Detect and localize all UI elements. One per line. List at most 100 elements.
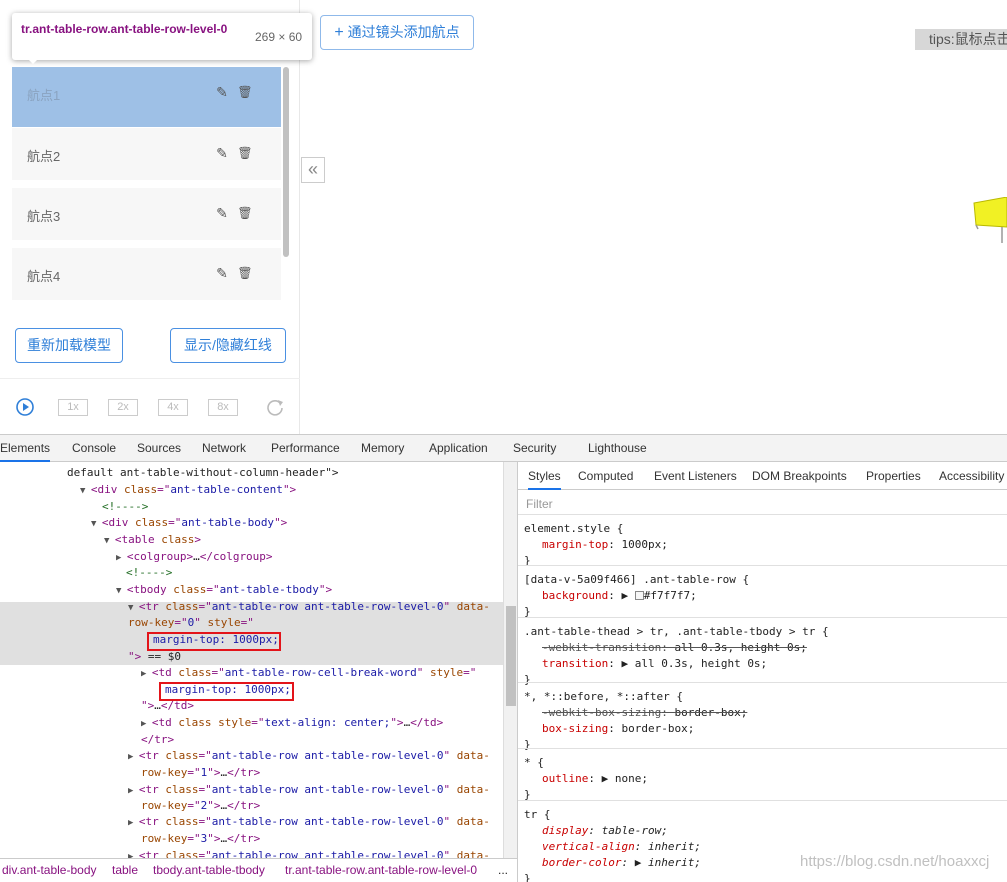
add-waypoint-button[interactable]: + 通过镜头添加航点 [320,15,474,50]
css-declaration[interactable]: -webkit-transition: all 0.3s, height 0s; [542,640,807,656]
waypoint-label: 航点3 [27,209,61,224]
styles-tab-properties[interactable]: Properties [866,462,921,490]
styles-tab-styles[interactable]: Styles [528,462,561,490]
css-declaration[interactable]: box-sizing: border-box; [542,721,694,737]
dom-token-av: text-align: center; [264,716,391,729]
dom-line[interactable]: row-key="3">…</tr> [141,831,260,847]
styles-tab-computed[interactable]: Computed [578,462,633,490]
breadcrumb-item[interactable]: table [112,859,138,881]
reload-model-button[interactable]: 重新加载模型 [15,328,123,363]
css-declaration[interactable]: transition: ▶ all 0.3s, height 0s; [542,656,767,672]
devtools-tab-application[interactable]: Application [429,435,488,462]
dom-line[interactable]: <!----> [102,499,148,515]
dom-line[interactable]: "> == $0 [128,649,181,665]
dom-line[interactable]: ▶ <tr class="ant-table-row ant-table-row… [128,782,490,798]
dom-line[interactable]: default ant-table-without-column-header"… [67,465,339,481]
css-declaration[interactable]: display: table-row; [542,823,668,839]
devtools-tab-console[interactable]: Console [72,435,116,462]
css-declaration[interactable]: vertical-align: inherit; [542,839,701,855]
waypoint-row[interactable]: 航点3 ✎ 🗑 [12,188,281,240]
app-viewport: 航点1 ✎ 🗑 航点2 ✎ 🗑 航点3 ✎ 🗑 航点4 ✎ 🗑 重新加载模型 显示/隐藏红线 1x 2… [0,0,1007,434]
css-declaration[interactable]: background: ▶ #f7f7f7; [542,588,697,604]
dom-line[interactable]: ▼ <tr class="ant-table-row ant-table-row… [128,599,490,615]
css-property-name: border-color [542,856,622,869]
waypoint-row[interactable]: 航点1 ✎ 🗑 [12,67,281,127]
dom-line[interactable]: ▼ <table class> [104,532,201,548]
dom-line[interactable]: ▶ <colgroup>…</colgroup> [116,549,273,565]
css-declaration[interactable]: border-color: ▶ inherit; [542,855,701,871]
edit-icon[interactable]: ✎ [214,84,230,100]
waypoint-row[interactable]: 航点4 ✎ 🗑 [12,248,281,300]
dom-token-tg: =" [198,749,212,762]
elements-scrollbar-thumb[interactable] [506,606,516,706]
toggle-redline-button[interactable]: 显示/隐藏红线 [170,328,286,363]
dom-token-at: row-key [128,616,175,629]
dom-token-at: row-key [141,799,188,812]
edit-icon[interactable]: ✎ [214,205,230,221]
reset-icon[interactable] [265,397,285,417]
dom-line[interactable]: ▶ <tr class="ant-table-row ant-table-row… [128,814,490,830]
dom-line[interactable]: ▶ <tr class="ant-table-row ant-table-row… [128,848,490,858]
dom-token-tg: =" [157,483,171,496]
dom-token-tg: <tr [138,849,166,858]
edit-icon[interactable]: ✎ [214,145,230,161]
devtools-tab-lighthouse[interactable]: Lighthouse [588,435,647,462]
dom-line[interactable]: </tr> [141,732,174,748]
styles-tab-dom-breakpoints[interactable]: DOM Breakpoints [752,462,847,490]
dom-token-tx: == $0 [141,650,181,663]
dom-token-at: class [178,716,212,729]
dom-token-at: class [165,749,199,762]
trash-icon[interactable]: 🗑 [237,265,253,281]
dom-line[interactable]: row-key="2">…</tr> [141,798,260,814]
margin-top-highlight-box [147,632,281,651]
breadcrumb-item[interactable]: div.ant-table-body [2,859,97,881]
dom-token-av: ant-table-row ant-table-row-level-0 [211,600,444,613]
devtools-tab-sources[interactable]: Sources [137,435,181,462]
breadcrumb-item[interactable]: ... [498,859,508,881]
dom-line[interactable]: <!----> [126,565,172,581]
css-declaration[interactable]: margin-top: 1000px; [542,537,668,553]
css-property-name: vertical-align [542,840,635,853]
trash-icon[interactable]: 🗑 [237,145,253,161]
dom-token-at: class [165,815,199,828]
elements-scrollbar[interactable] [503,462,517,858]
devtools-tab-performance[interactable]: Performance [271,435,340,462]
breadcrumb-item[interactable]: tr.ant-table-row.ant-table-row-level-0 [285,859,477,881]
dom-line[interactable]: ▶ <tr class="ant-table-row ant-table-row… [128,748,490,764]
devtools-tab-memory[interactable]: Memory [361,435,404,462]
speed-1x-button[interactable]: 1x [58,399,88,416]
devtools-tab-security[interactable]: Security [513,435,556,462]
dom-line[interactable]: row-key="0" style=" [128,615,254,631]
dom-line[interactable]: ▶ <td class style="text-align: center;">… [141,715,443,731]
speed-4x-button[interactable]: 4x [158,399,188,416]
dom-line[interactable]: ▼ <div class="ant-table-content"> [80,482,296,498]
dom-line[interactable]: ▼ <tbody class="ant-table-tbody"> [116,582,332,598]
color-swatch[interactable] [634,591,644,600]
devtools-tab-network[interactable]: Network [202,435,246,462]
speed-2x-button[interactable]: 2x [108,399,138,416]
dom-line[interactable]: row-key="1">…</tr> [141,765,260,781]
styles-filter-input[interactable]: Filter [526,497,553,511]
tips-banner: tips:鼠标点击 [915,29,1007,50]
trash-icon[interactable]: 🗑 [237,84,253,100]
collapse-panel-button[interactable]: « [301,157,325,183]
devtools-tab-elements[interactable]: Elements [0,435,51,462]
dom-token-at: data- [456,815,490,828]
dom-line[interactable]: ▶ <td class="ant-table-row-cell-break-wo… [141,665,476,681]
styles-tab-accessibility[interactable]: Accessibility [939,462,1004,490]
edit-icon[interactable]: ✎ [214,265,230,281]
css-declaration[interactable]: outline: ▶ none; [542,771,648,787]
dom-token-tg: =" [211,666,225,679]
css-declaration[interactable]: -webkit-box-sizing: border-box; [542,705,747,721]
styles-tab-event-listeners[interactable]: Event Listeners [654,462,737,490]
waypoint-list-scrollbar[interactable] [283,67,289,257]
breadcrumb-item[interactable]: tbody.ant-table-tbody [153,859,265,881]
css-property-value: inherit; [647,840,701,853]
speed-8x-button[interactable]: 8x [208,399,238,416]
dom-line[interactable]: ▼ <div class="ant-table-body"> [91,515,287,531]
play-icon[interactable] [15,397,35,417]
waypoint-label: 航点2 [27,149,61,164]
waypoint-row[interactable]: 航点2 ✎ 🗑 [12,128,281,180]
dom-token-tg: <td [151,716,179,729]
trash-icon[interactable]: 🗑 [237,205,253,221]
